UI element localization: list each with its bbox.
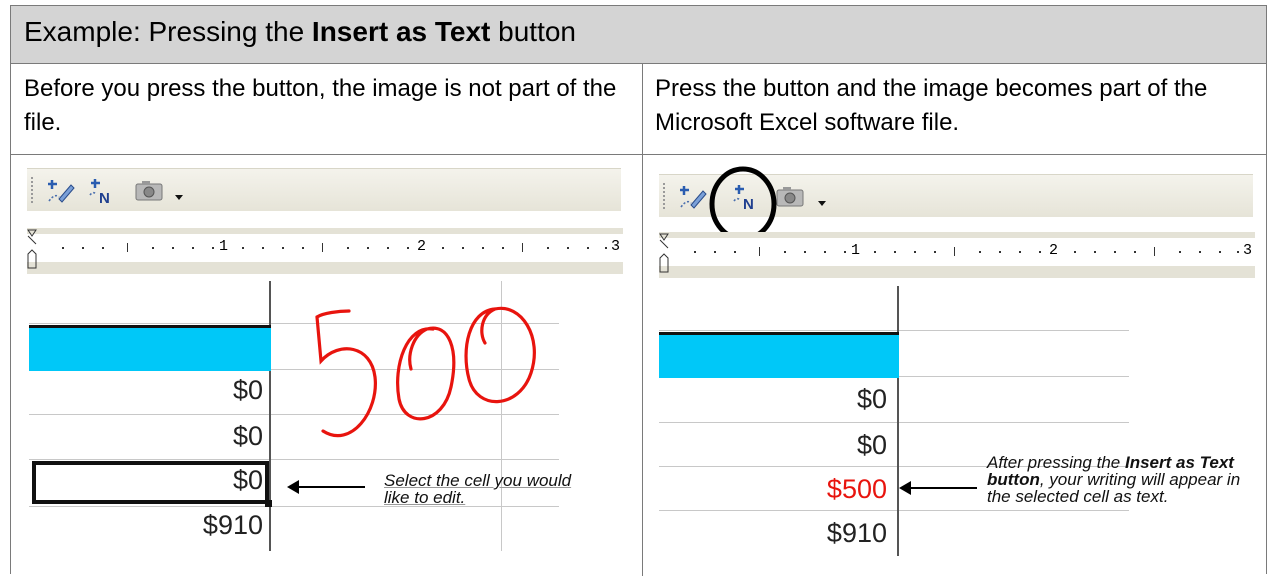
ruler-number: 3: [1243, 242, 1253, 259]
cell-value[interactable]: $0: [29, 465, 263, 496]
left-ruler: 1 2 3: [27, 228, 623, 274]
dropdown-arrow-icon[interactable]: [172, 177, 186, 205]
example-frame: Example: Pressing the Insert as Text but…: [10, 5, 1267, 576]
cell-value[interactable]: $0: [659, 384, 887, 415]
ruler-indent-marker[interactable]: [27, 228, 37, 272]
column-divider: [642, 64, 643, 576]
ink-pen-icon[interactable]: [677, 183, 709, 211]
left-description: Before you press the button, the image i…: [24, 75, 617, 136]
ruler-indent-marker[interactable]: [659, 232, 669, 276]
ruler-number: 2: [1049, 242, 1059, 259]
page-title: Example: Pressing the Insert as Text but…: [24, 16, 577, 47]
ruler-number: 2: [417, 238, 427, 255]
dropdown-arrow-icon[interactable]: [815, 183, 829, 211]
cell-value[interactable]: $0: [29, 375, 263, 406]
cell-value[interactable]: $0: [659, 430, 887, 461]
camera-icon[interactable]: [133, 177, 165, 205]
left-spreadsheet: $0 $0 $0 $910: [29, 281, 559, 551]
arrow-line: [297, 486, 365, 488]
right-note: After pressing the Insert as Text button…: [987, 453, 1241, 506]
ink-pen-icon[interactable]: [45, 177, 77, 205]
ruler-number: 1: [219, 238, 229, 255]
right-ruler: 1 2 3: [659, 232, 1255, 278]
handwriting-500: [315, 306, 536, 438]
fill-handle[interactable]: [265, 500, 272, 507]
ruler-number: 3: [611, 238, 621, 255]
left-toolbar: N: [27, 168, 621, 211]
selected-row-highlight: [29, 325, 271, 371]
cell-value[interactable]: $910: [29, 510, 263, 541]
right-description: Press the button and the image becomes p…: [655, 75, 1208, 136]
toolbar-grip[interactable]: [31, 177, 36, 203]
arrow-line: [909, 487, 977, 489]
selected-row-highlight: [659, 332, 899, 378]
row-divider: [11, 154, 1266, 155]
left-note: Select the cell you would like to edit.: [384, 471, 572, 507]
title-bold: Insert as Text: [311, 16, 491, 47]
toolbar-grip[interactable]: [663, 183, 668, 209]
ruler-number: 1: [851, 242, 861, 259]
insert-as-text-icon[interactable]: N: [87, 177, 119, 205]
cell-value[interactable]: $0: [29, 421, 263, 452]
inserted-cell-value[interactable]: $500: [659, 474, 887, 505]
header-bar: Example: Pressing the Insert as Text but…: [11, 6, 1266, 64]
svg-text:N: N: [99, 190, 110, 205]
cell-value[interactable]: $910: [659, 518, 887, 549]
right-spreadsheet: $0 $0 $500 $910: [659, 286, 1129, 556]
